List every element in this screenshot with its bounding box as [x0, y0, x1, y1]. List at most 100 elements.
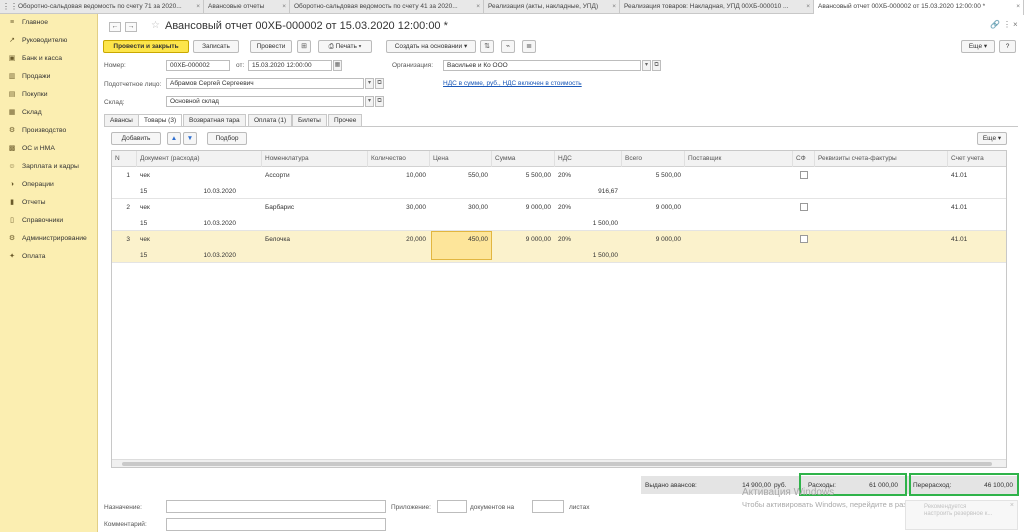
- number-field[interactable]: 00ХБ-000002: [166, 60, 230, 71]
- close-icon[interactable]: ×: [1013, 20, 1018, 29]
- tab-advance-reports[interactable]: Авансовые отчеты ×: [204, 0, 290, 14]
- vat-rate[interactable]: 20%: [558, 204, 571, 211]
- price[interactable]: 550,00: [430, 172, 488, 179]
- sidebar-item-fixed-assets[interactable]: ▩ ОС и НМА: [0, 140, 98, 158]
- close-icon[interactable]: ×: [612, 0, 616, 14]
- account[interactable]: 41.01: [951, 204, 967, 211]
- organization-field[interactable]: Васильев и Ко ООО: [443, 60, 641, 71]
- person-dropdown[interactable]: ▾: [365, 78, 374, 89]
- column-header[interactable]: Реквизиты счета-фактуры: [815, 151, 948, 167]
- purpose-field[interactable]: [166, 500, 386, 513]
- more-options-icon[interactable]: ⋮: [1003, 20, 1011, 29]
- tab-tickets[interactable]: Билеты: [292, 114, 327, 126]
- column-header[interactable]: Всего: [622, 151, 685, 167]
- item-name[interactable]: Ассорти: [265, 172, 290, 179]
- post-button[interactable]: Провести: [250, 40, 292, 53]
- tab-osv-71[interactable]: Оборотно-сальдовая ведомость по счету 71…: [14, 0, 204, 14]
- item-name[interactable]: Белочка: [265, 236, 290, 243]
- tab-returnable-packaging[interactable]: Возвратная тара: [183, 114, 246, 126]
- close-icon[interactable]: ×: [476, 0, 480, 14]
- organization-open-button[interactable]: ⧉: [652, 60, 661, 71]
- close-icon[interactable]: ×: [1016, 0, 1020, 14]
- structure-button[interactable]: ⇅: [480, 40, 494, 53]
- more-button[interactable]: Еще ▾: [961, 40, 995, 53]
- post-and-close-button[interactable]: Провести и закрыть: [103, 40, 189, 53]
- doc-type[interactable]: чек: [140, 236, 150, 243]
- item-name[interactable]: Барбарис: [265, 204, 294, 211]
- help-button[interactable]: ?: [999, 40, 1016, 53]
- sheets-count-field[interactable]: [532, 500, 564, 513]
- doc-type[interactable]: чек: [140, 204, 150, 211]
- person-open-button[interactable]: ⧉: [375, 78, 384, 89]
- vat-sum[interactable]: 1 500,00: [555, 220, 618, 227]
- invoice-checkbox[interactable]: [800, 171, 808, 179]
- tab-advance-report-active[interactable]: Авансовый отчет 00ХБ-000002 от 15.03.202…: [814, 0, 1024, 15]
- doc-number[interactable]: 15: [140, 220, 147, 227]
- attachment-count-field[interactable]: [437, 500, 467, 513]
- warehouse-field[interactable]: Основной склад: [166, 96, 364, 107]
- sidebar-item-bank[interactable]: ▣ Банк и касса: [0, 50, 98, 68]
- tab-payment[interactable]: Оплата (1): [248, 114, 293, 126]
- sidebar-item-main[interactable]: ≡ Главное: [0, 14, 98, 32]
- back-button[interactable]: ←: [109, 22, 121, 32]
- column-header[interactable]: Документ (расхода): [137, 151, 262, 167]
- horizontal-scrollbar[interactable]: [112, 459, 1006, 467]
- tab-advances[interactable]: Авансы: [104, 114, 139, 126]
- column-header[interactable]: Сумма: [492, 151, 555, 167]
- invoice-checkbox[interactable]: [800, 203, 808, 211]
- close-icon[interactable]: ×: [282, 0, 286, 14]
- report-button[interactable]: ≣: [522, 40, 536, 53]
- vat-sum[interactable]: 916,67: [555, 188, 618, 195]
- column-header[interactable]: СФ: [793, 151, 815, 167]
- sidebar-item-manager[interactable]: ↗ Руководителю: [0, 32, 98, 50]
- tab-other[interactable]: Прочее: [328, 114, 363, 126]
- sidebar-item-warehouse[interactable]: ▦ Склад: [0, 104, 98, 122]
- price[interactable]: 300,00: [430, 204, 488, 211]
- column-header[interactable]: Цена: [430, 151, 492, 167]
- table-row[interactable]: 1 чек 15 10.03.2020 Ассорти 10,000 550,0…: [112, 167, 1006, 199]
- sum[interactable]: 5 500,00: [492, 172, 551, 179]
- add-row-button[interactable]: Добавить: [111, 132, 161, 145]
- invoice-checkbox[interactable]: [800, 235, 808, 243]
- account[interactable]: 41.01: [951, 236, 967, 243]
- save-button[interactable]: Записать: [193, 40, 239, 53]
- link-icon[interactable]: 🔗: [990, 20, 1000, 29]
- calendar-button[interactable]: ▦: [333, 60, 342, 71]
- create-based-on-button[interactable]: Создать на основании ▾: [386, 40, 476, 53]
- sidebar-item-operations[interactable]: ◑ Операции: [0, 176, 98, 194]
- backup-notification[interactable]: × Рекомендуется настроить резервное к...: [905, 500, 1018, 530]
- table-more-button[interactable]: Еще ▾: [977, 132, 1007, 145]
- attach-button[interactable]: ⌁: [501, 40, 515, 53]
- comment-field[interactable]: [166, 518, 386, 531]
- sum[interactable]: 9 000,00: [492, 204, 551, 211]
- column-header[interactable]: Номенклатура: [262, 151, 368, 167]
- vat-rate[interactable]: 20%: [558, 172, 571, 179]
- move-up-button[interactable]: ▲: [167, 132, 181, 145]
- table-row-selected[interactable]: 3 чек 15 10.03.2020 Белочка 20,000 450,0…: [112, 231, 1006, 263]
- print-button[interactable]: ⎙ Печать ▾: [318, 40, 372, 53]
- account[interactable]: 41.01: [951, 172, 967, 179]
- scrollbar-thumb[interactable]: [122, 462, 992, 466]
- price-editing[interactable]: 450,00: [431, 231, 492, 260]
- sum[interactable]: 9 000,00: [492, 236, 551, 243]
- organization-dropdown[interactable]: ▾: [642, 60, 651, 71]
- column-header[interactable]: Поставщик: [685, 151, 793, 167]
- quantity[interactable]: 30,000: [368, 204, 426, 211]
- total[interactable]: 9 000,00: [622, 236, 681, 243]
- close-icon[interactable]: ×: [196, 0, 200, 14]
- total[interactable]: 9 000,00: [622, 204, 681, 211]
- doc-number[interactable]: 15: [140, 188, 147, 195]
- dt-kt-button[interactable]: ⊞: [297, 40, 311, 53]
- tab-sales-doc[interactable]: Реализация товаров: Накладная, УПД 00ХБ-…: [620, 0, 814, 14]
- sidebar-item-sales[interactable]: ▥ Продажи: [0, 68, 98, 86]
- move-down-button[interactable]: ▼: [183, 132, 197, 145]
- sidebar-item-payment[interactable]: ✦ Оплата: [0, 248, 98, 266]
- doc-date[interactable]: 10.03.2020: [172, 252, 236, 259]
- apps-grid-icon[interactable]: ⋮⋮: [2, 2, 18, 12]
- total[interactable]: 5 500,00: [622, 172, 681, 179]
- column-header[interactable]: НДС: [555, 151, 622, 167]
- vat-rate[interactable]: 20%: [558, 236, 571, 243]
- favorite-star-icon[interactable]: ☆: [151, 20, 160, 31]
- vat-sum[interactable]: 1 500,00: [555, 252, 618, 259]
- sidebar-item-admin[interactable]: ⚙ Администрирование: [0, 230, 98, 248]
